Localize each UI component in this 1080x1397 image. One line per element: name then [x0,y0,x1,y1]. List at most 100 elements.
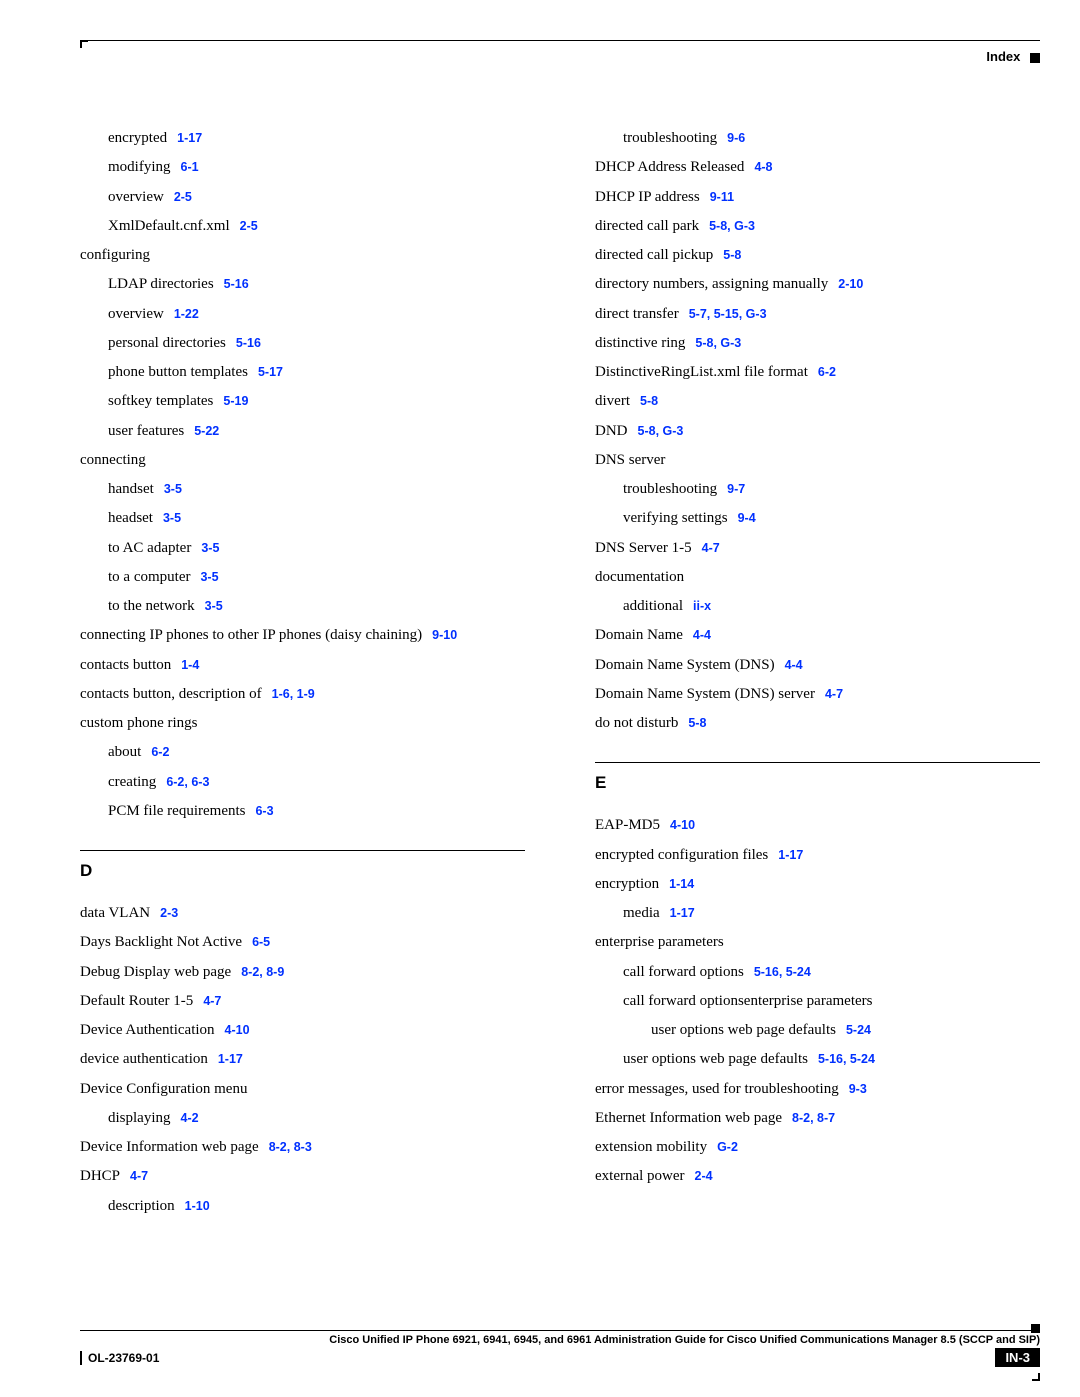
index-term: personal directories [108,335,226,351]
index-term: EAP-MD5 [595,817,660,833]
index-entry: data VLAN 2-3 [80,899,525,928]
index-page-ref[interactable]: 2-4 [695,1169,713,1183]
index-term: Device Information web page [80,1139,259,1155]
index-term: overview [108,189,164,205]
index-page-ref[interactable]: 4-10 [225,1023,250,1037]
index-page-ref[interactable]: 4-7 [702,541,720,555]
index-page-ref[interactable]: 6-1 [181,160,199,174]
index-page-ref[interactable]: 5-22 [194,424,219,438]
index-page-ref[interactable]: ii-x [693,599,711,613]
index-entry: configuring [80,241,525,270]
index-page-ref[interactable]: 4-7 [203,994,221,1008]
index-term: media [623,905,660,921]
index-page-ref[interactable]: 5-17 [258,365,283,379]
index-page-ref[interactable]: 4-2 [181,1111,199,1125]
index-block: data VLAN2-3Days Backlight Not Active6-5… [80,899,525,1221]
index-page-ref[interactable]: 4-8 [754,160,772,174]
index-page-ref[interactable]: 5-8 [723,248,741,262]
index-term: directed call pickup [595,247,713,263]
index-page-ref[interactable]: 6-3 [255,804,273,818]
index-term: encrypted configuration files [595,847,768,863]
letter-section-d: D data VLAN2-3Days Backlight Not Active6… [80,850,525,1221]
index-page-ref[interactable]: 6-2 [151,745,169,759]
index-page-ref[interactable]: 4-10 [670,818,695,832]
index-page-ref[interactable]: 1-17 [218,1052,243,1066]
index-page-ref[interactable]: 9-4 [738,511,756,525]
index-page-ref[interactable]: 5-16, 5-24 [818,1052,875,1066]
index-page-ref[interactable]: 1-17 [778,848,803,862]
index-entry: call forward options5-16, 5-24 [595,958,1040,987]
index-entry: to a computer3-5 [80,563,525,592]
index-entry: troubleshooting9-7 [595,475,1040,504]
index-page-ref[interactable]: 5-8 [640,394,658,408]
index-page-ref[interactable]: 8-2, 8-7 [792,1111,835,1125]
index-page-ref[interactable]: 5-8 [688,716,706,730]
index-page-ref[interactable]: 1-14 [669,877,694,891]
index-page-ref[interactable]: 8-2, 8-3 [269,1140,312,1154]
index-page-ref[interactable]: 9-6 [727,131,745,145]
index-page-ref[interactable]: 5-16 [236,336,261,350]
index-page-ref[interactable]: 5-8, G-3 [709,219,755,233]
index-page-ref[interactable]: 5-16, 5-24 [754,965,811,979]
index-entry: DHCP Address Released 4-8 [595,153,1040,182]
index-term: DHCP Address Released [595,159,744,175]
index-entry: Domain Name System (DNS) server4-7 [595,680,1040,709]
index-entry: call forward optionsenterprise parameter… [595,987,1040,1016]
index-page-ref[interactable]: 9-10 [432,628,457,642]
index-page-ref[interactable]: 8-2, 8-9 [241,965,284,979]
index-page-ref[interactable]: 9-3 [849,1082,867,1096]
index-term: contacts button, description of [80,686,262,702]
index-term: data VLAN [80,905,150,921]
index-page-ref[interactable]: 1-6, 1-9 [272,687,315,701]
index-page-ref[interactable]: 6-2, 6-3 [166,775,209,789]
index-term: to AC adapter [108,540,191,556]
index-page-ref[interactable]: 5-16 [224,277,249,291]
index-page-ref[interactable]: 2-5 [174,190,192,204]
index-entry: external power2-4 [595,1162,1040,1191]
index-term: user features [108,423,184,439]
index-entry: personal directories 5-16 [80,329,525,358]
index-entry: enterprise parameters [595,928,1040,957]
index-page-ref[interactable]: 4-7 [825,687,843,701]
index-entry: DNS Server 1-54-7 [595,534,1040,563]
index-page-ref[interactable]: 3-5 [205,599,223,613]
index-entry: PCM file requirements6-3 [80,797,525,826]
index-page-ref[interactable]: 1-22 [174,307,199,321]
index-entry: Debug Display web page8-2, 8-9 [80,958,525,987]
index-page-ref[interactable]: G-2 [717,1140,738,1154]
index-entry: overview 2-5 [80,183,525,212]
index-page-ref[interactable]: 1-4 [181,658,199,672]
index-page-ref[interactable]: 5-24 [846,1023,871,1037]
index-term: phone button templates [108,364,248,380]
index-term: connecting [80,452,146,468]
index-term: user options web page defaults [651,1022,836,1038]
index-entry: phone button templates 5-17 [80,358,525,387]
index-term: documentation [595,569,684,585]
index-page-ref[interactable]: 3-5 [163,511,181,525]
index-page-ref[interactable]: 2-5 [240,219,258,233]
index-page-ref[interactable]: 6-2 [818,365,836,379]
index-page-ref[interactable]: 2-3 [160,906,178,920]
index-page-ref[interactable]: 5-8, G-3 [695,336,741,350]
index-page-ref[interactable]: 1-17 [670,906,695,920]
index-page-ref[interactable]: 5-19 [223,394,248,408]
index-page-ref[interactable]: 4-7 [130,1169,148,1183]
index-page-ref[interactable]: 1-17 [177,131,202,145]
index-page-ref[interactable]: 6-5 [252,935,270,949]
index-entry: Device Authentication4-10 [80,1016,525,1045]
index-page-ref[interactable]: 9-11 [710,190,734,204]
index-page-ref[interactable]: 1-10 [185,1199,210,1213]
index-page-ref[interactable]: 3-5 [200,570,218,584]
footer-bottom: OL-23769-01 IN-3 [80,1348,1040,1367]
index-page-ref[interactable]: 5-8, G-3 [638,424,684,438]
index-page-ref[interactable]: 4-4 [693,628,711,642]
index-term: extension mobility [595,1139,707,1155]
index-term: creating [108,774,156,790]
index-term: headset [108,510,153,526]
index-page-ref[interactable]: 3-5 [201,541,219,555]
index-page-ref[interactable]: 5-7, 5-15, G-3 [689,307,767,321]
index-page-ref[interactable]: 4-4 [785,658,803,672]
index-page-ref[interactable]: 3-5 [164,482,182,496]
index-page-ref[interactable]: 2-10 [838,277,863,291]
index-page-ref[interactable]: 9-7 [727,482,745,496]
